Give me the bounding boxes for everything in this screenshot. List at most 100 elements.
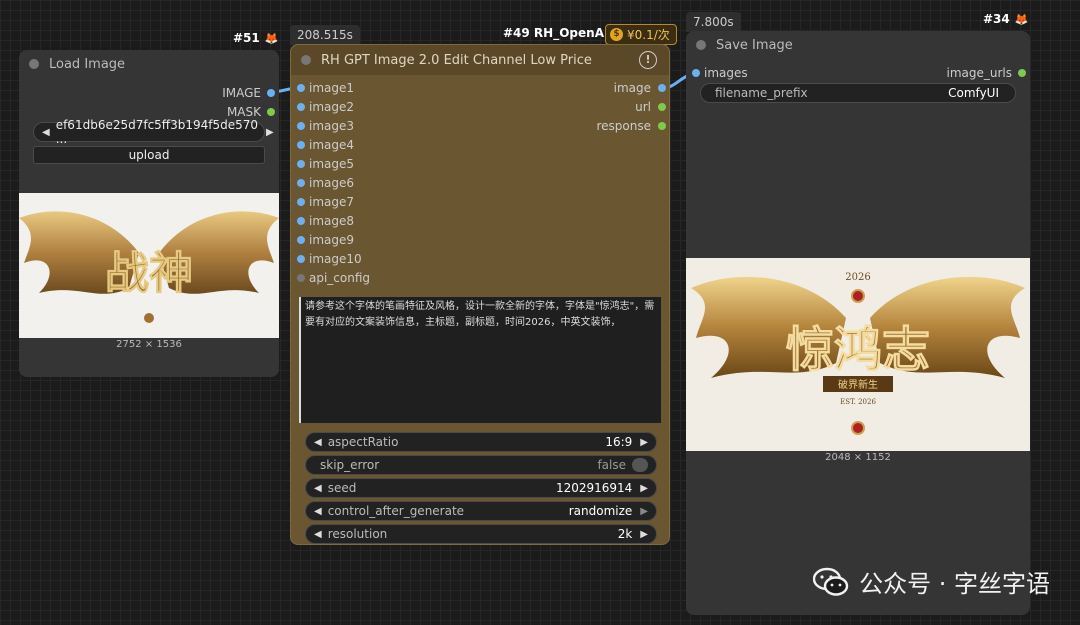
input-dot-icon[interactable] (692, 69, 700, 77)
collapse-dot-icon[interactable] (29, 59, 39, 69)
arrow-right-icon[interactable]: ▶ (640, 483, 648, 494)
arrow-left-icon[interactable]: ◀ (314, 506, 322, 517)
widget-label: resolution (327, 527, 388, 541)
control-after-generate-select[interactable]: ◀ control_after_generate randomize ▶ (305, 501, 657, 521)
input-dot-icon[interactable] (297, 217, 305, 225)
output-slot-image[interactable]: image (614, 79, 651, 97)
input-image-preview: 战神 (19, 193, 279, 338)
input-slot-api_config[interactable]: api_config (309, 269, 370, 287)
save-image-node[interactable]: Save Image images image_urls filename_pr… (686, 31, 1030, 615)
widget-value: 2k (617, 527, 633, 541)
output-slot-response[interactable]: response (596, 117, 651, 135)
input-dot-icon[interactable] (297, 160, 305, 168)
input-dot-icon[interactable] (297, 255, 305, 263)
arrow-left-icon[interactable]: ◀ (42, 127, 50, 138)
collapse-dot-icon[interactable] (696, 40, 706, 50)
upload-button[interactable]: upload (33, 146, 265, 164)
input-dot-icon[interactable] (297, 274, 305, 282)
watermark-text: 公众号 · 字丝字语 (859, 570, 1050, 598)
skip-error-toggle[interactable]: skip_error false (305, 455, 657, 475)
image-dimensions: 2048 × 1152 (825, 452, 891, 463)
input-slot-image2[interactable]: image2 (309, 98, 354, 116)
slot-label: image3 (309, 119, 355, 133)
wings-artwork: 战神 (19, 211, 279, 323)
arrow-left-icon[interactable]: ◀ (314, 529, 322, 540)
slot-label: image (613, 81, 651, 95)
input-dot-icon[interactable] (297, 103, 305, 111)
fox-icon: 🦊 (1014, 12, 1029, 26)
input-dot-icon[interactable] (297, 141, 305, 149)
price-text: ¥0.1/次 (627, 28, 670, 42)
seed-stepper[interactable]: ◀ seed 1202916914 ▶ (305, 478, 657, 498)
output-slot-url[interactable]: url (635, 98, 651, 116)
image-est-text: EST. 2026 (840, 398, 876, 406)
node-header[interactable]: RH GPT Image 2.0 Edit Channel Low Price … (291, 45, 669, 75)
collapse-dot-icon[interactable] (301, 55, 311, 65)
gpt-image-node[interactable]: RH GPT Image 2.0 Edit Channel Low Price … (290, 44, 670, 545)
output-dot-icon[interactable] (267, 108, 275, 116)
arrow-left-icon[interactable]: ◀ (314, 437, 322, 448)
image-title-text: 战神 (105, 248, 193, 299)
arrow-right-icon[interactable]: ▶ (266, 127, 274, 138)
input-slot-image8[interactable]: image8 (309, 212, 354, 230)
input-slot-image10[interactable]: image10 (309, 250, 362, 268)
input-slot-image6[interactable]: image6 (309, 174, 354, 192)
input-slot-image4[interactable]: image4 (309, 136, 354, 154)
arrow-right-icon[interactable]: ▶ (640, 529, 648, 540)
input-slot-image9[interactable]: image9 (309, 231, 354, 249)
input-slot-image3[interactable]: image3 (309, 117, 354, 135)
input-dot-icon[interactable] (297, 179, 305, 187)
prompt-textarea[interactable]: 请参考这个字体的笔画特征及风格，设计一款全新的字体，字体是"惊鸿志"，需要有对应… (299, 297, 661, 423)
output-dot-icon[interactable] (658, 122, 666, 130)
slot-label: image5 (309, 157, 355, 171)
slot-label: image1 (309, 81, 355, 95)
input-dot-icon[interactable] (297, 122, 305, 130)
slot-label: images (704, 66, 748, 80)
aspect-ratio-select[interactable]: ◀ aspectRatio 16:9 ▶ (305, 432, 657, 452)
node-id-tag: #51 🦊 (233, 31, 279, 45)
slot-label: image4 (309, 138, 355, 152)
output-dot-icon[interactable] (658, 84, 666, 92)
image-subtitle-text: 破界新生 (838, 378, 878, 391)
filename-prefix-input[interactable]: filename_prefix ComfyUI (700, 83, 1016, 103)
output-image-preview: 2026 惊鸿志 破界新生 EST. 2026 (686, 258, 1030, 451)
widget-value: ComfyUI (948, 86, 999, 100)
output-dot-icon[interactable] (1018, 69, 1026, 77)
load-image-node[interactable]: Load Image IMAGE MASK ◀ ef61db6e25d7fc5f… (19, 50, 279, 377)
input-dot-icon[interactable] (297, 198, 305, 206)
input-slot-image5[interactable]: image5 (309, 155, 354, 173)
widget-label: filename_prefix (715, 86, 808, 100)
slot-label: image10 (309, 252, 362, 266)
node-header[interactable]: Save Image (686, 31, 1030, 59)
input-dot-icon[interactable] (297, 84, 305, 92)
slot-label: url (635, 100, 651, 114)
slot-label: image9 (309, 233, 355, 247)
node-id-tag: #49 RH_OpenAPI (503, 26, 618, 40)
widget-label: skip_error (320, 458, 380, 472)
toggle-knob-icon[interactable] (632, 458, 648, 472)
slot-label: image_urls (946, 66, 1012, 80)
input-slot-image1[interactable]: image1 (309, 79, 354, 97)
arrow-right-icon[interactable]: ▶ (640, 506, 648, 517)
slot-label: response (596, 119, 651, 133)
output-slot-image[interactable]: IMAGE (222, 84, 261, 102)
slot-label: image7 (309, 195, 355, 209)
price-badge: $ ¥0.1/次 (605, 24, 677, 45)
input-slot-images[interactable]: images (704, 64, 748, 82)
output-slot-image-urls[interactable]: image_urls (946, 64, 1012, 82)
resolution-select[interactable]: ◀ resolution 2k ▶ (305, 524, 657, 544)
image-file-select[interactable]: ◀ ef61db6e25d7fc5ff3b194f5de570 ... ▶ (33, 118, 274, 146)
output-dot-icon[interactable] (658, 103, 666, 111)
node-header[interactable]: Load Image (19, 50, 279, 78)
widget-label: aspectRatio (327, 435, 399, 449)
input-dot-icon[interactable] (297, 236, 305, 244)
widget-label: seed (327, 481, 357, 495)
widget-value: 16:9 (605, 435, 633, 449)
arrow-right-icon[interactable]: ▶ (640, 437, 648, 448)
node-id-tag: #34 🦊 (983, 12, 1029, 26)
help-icon[interactable]: ! (639, 51, 657, 69)
execution-time: 208.515s (290, 25, 360, 45)
output-dot-icon[interactable] (267, 89, 275, 97)
arrow-left-icon[interactable]: ◀ (314, 483, 322, 494)
input-slot-image7[interactable]: image7 (309, 193, 354, 211)
